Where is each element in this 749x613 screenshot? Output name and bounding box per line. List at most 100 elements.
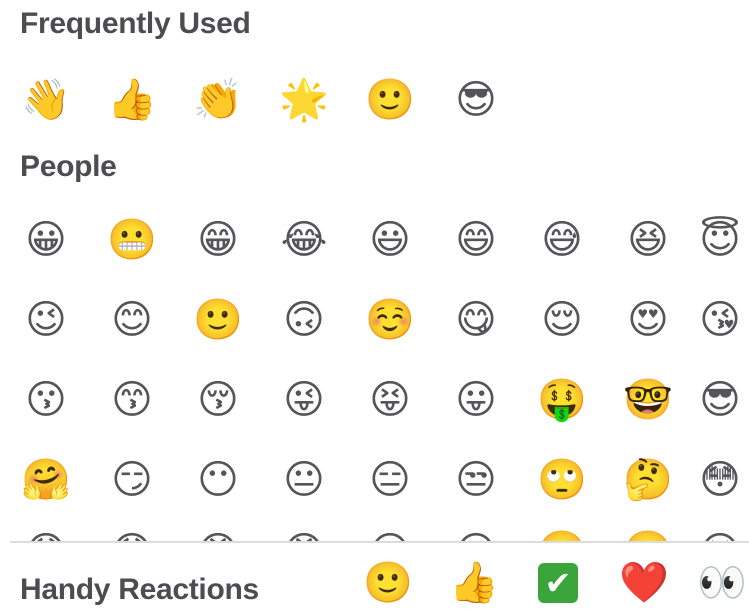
reaction-check-mark[interactable]: ✔ <box>530 555 586 611</box>
reaction-eyes[interactable]: 👀 <box>694 555 749 611</box>
emoji-smile[interactable]: 😄 <box>448 212 504 268</box>
emoji-thinking[interactable]: 🤔 <box>620 452 676 508</box>
emoji-expressionless[interactable]: 😑 <box>362 452 418 508</box>
emoji-glyph: 😕 <box>455 532 497 541</box>
emoji-joy[interactable]: 😂 <box>276 212 332 268</box>
emoji-clap[interactable]: 👏 <box>190 72 246 128</box>
emoji-slight-smile[interactable]: 🙂 <box>190 292 246 348</box>
emoji-relaxed[interactable]: ☺️ <box>362 292 418 348</box>
emoji-wink[interactable]: 😉 <box>18 292 74 348</box>
emoji-glyph: 🙂 <box>193 297 243 343</box>
emoji-glyph: 😌 <box>541 297 583 343</box>
emoji-glyph: 😶 <box>197 457 239 503</box>
emoji-glyph: 😇 <box>699 217 741 263</box>
emoji-disappointed[interactable]: 😞 <box>18 524 74 541</box>
emoji-slight-frown[interactable]: 🙁 <box>534 524 590 541</box>
emoji-upside-down[interactable]: 🙃 <box>276 292 332 348</box>
emoji-unamused[interactable]: 😒 <box>448 452 504 508</box>
emoji-glyph: 👀 <box>697 560 747 606</box>
emoji-pensive[interactable]: 😔 <box>362 524 418 541</box>
emoji-rage[interactable]: 😡 <box>276 524 332 541</box>
emoji-glyph: 😗 <box>25 377 67 423</box>
emoji-stuck-out-tongue-winking[interactable]: 😜 <box>276 372 332 428</box>
emoji-sunglasses-glyph: 😎 <box>455 77 497 123</box>
emoji-glyph: 😠 <box>197 532 239 541</box>
emoji-kissing-heart[interactable]: 😘 <box>692 292 748 348</box>
emoji-glyph: 😚 <box>197 377 239 423</box>
emoji-glyph: 😜 <box>283 377 325 423</box>
emoji-no-mouth[interactable]: 😶 <box>190 452 246 508</box>
emoji-thumbs-up[interactable]: 👍 <box>104 72 160 128</box>
emoji-flushed[interactable]: 😳 <box>692 452 748 508</box>
emoji-smiley[interactable]: 😃 <box>362 212 418 268</box>
emoji-rolling-eyes[interactable]: 🙄 <box>534 452 590 508</box>
emoji-kissing-smiling-eyes[interactable]: 😙 <box>104 372 160 428</box>
emoji-glyph: 😝 <box>369 377 411 423</box>
emoji-glyph: 😒 <box>455 457 497 503</box>
emoji-glyph: 🙂 <box>363 560 413 606</box>
emoji-blush[interactable]: 😊 <box>104 292 160 348</box>
emoji-glyph: 😛 <box>455 377 497 423</box>
emoji-angry[interactable]: 😠 <box>190 524 246 541</box>
emoji-worried[interactable]: 😟 <box>104 524 160 541</box>
emoji-sunglasses[interactable]: 😎 <box>692 372 748 428</box>
emoji-heart-eyes[interactable]: 😍 <box>620 292 676 348</box>
emoji-glyph: 🤓 <box>623 377 673 423</box>
emoji-nerd[interactable]: 🤓 <box>620 372 676 428</box>
emoji-glyph: 😁 <box>197 217 239 263</box>
emoji-confused[interactable]: 😕 <box>448 524 504 541</box>
emoji-wave[interactable]: 👋 <box>18 72 74 128</box>
emoji-frowning[interactable]: ☹️ <box>620 524 676 541</box>
emoji-laughing[interactable]: 😆 <box>620 212 676 268</box>
handy-reactions-bar: Handy Reactions 🙂 👍 ✔ ❤️ 👀 <box>10 541 749 613</box>
reaction-thumbs-up[interactable]: 👍 <box>446 555 502 611</box>
emoji-stuck-out-tongue-closed-eyes[interactable]: 😝 <box>362 372 418 428</box>
emoji-glyph: 😡 <box>283 532 325 541</box>
emoji-glyph: 🤔 <box>623 457 673 503</box>
reaction-heart[interactable]: ❤️ <box>616 555 672 611</box>
emoji-glyph: 😘 <box>699 297 741 343</box>
emoji-glyph: 😃 <box>369 217 411 263</box>
emoji-stuck-out-tongue[interactable]: 😛 <box>448 372 504 428</box>
emoji-innocent[interactable]: 😇 <box>692 212 748 268</box>
emoji-glyph: 😂 <box>280 217 328 263</box>
emoji-yum[interactable]: 😋 <box>448 292 504 348</box>
emoji-relieved[interactable]: 😌 <box>534 292 590 348</box>
emoji-glyph: 😅 <box>541 217 583 263</box>
emoji-grinning[interactable]: 😀 <box>18 212 74 268</box>
emoji-glyph: 😔 <box>369 532 411 541</box>
emoji-sweat-smile[interactable]: 😅 <box>534 212 590 268</box>
emoji-money-mouth[interactable]: 🤑 <box>534 372 590 428</box>
reaction-slight-smile[interactable]: 🙂 <box>360 555 416 611</box>
emoji-star[interactable]: 🌟 <box>276 72 332 128</box>
emoji-hugging[interactable]: 🤗 <box>18 452 74 508</box>
emoji-glyph: 🙁 <box>537 532 587 541</box>
emoji-glyph: ☺️ <box>365 297 415 343</box>
emoji-kissing-closed-eyes[interactable]: 😚 <box>190 372 246 428</box>
emoji-glyph: 😏 <box>111 457 153 503</box>
emoji-persevere[interactable]: 😣 <box>692 524 748 541</box>
emoji-grimacing[interactable]: 😬 <box>104 212 160 268</box>
emoji-glyph: 😎 <box>699 377 741 423</box>
emoji-glyph: 🤗 <box>21 457 71 503</box>
emoji-neutral-face[interactable]: 😐 <box>276 452 332 508</box>
emoji-star-glyph: 🌟 <box>279 77 329 123</box>
emoji-glyph: 😞 <box>25 532 67 541</box>
handy-reactions-label: Handy Reactions <box>20 573 259 606</box>
emoji-glyph: 😊 <box>111 297 153 343</box>
emoji-glyph: 😣 <box>699 532 741 541</box>
emoji-glyph: 😆 <box>627 217 669 263</box>
section-title-frequently-used: Frequently Used <box>20 7 251 40</box>
emoji-scroll-area[interactable]: Frequently Used 👋 👍 👏 🌟 🙂 😎 People 😀 😬 😁… <box>0 0 749 542</box>
emoji-glyph: 😙 <box>111 377 153 423</box>
emoji-kissing[interactable]: 😗 <box>18 372 74 428</box>
emoji-grin[interactable]: 😁 <box>190 212 246 268</box>
emoji-wave-glyph: 👋 <box>21 77 71 123</box>
emoji-slight-smile[interactable]: 🙂 <box>362 72 418 128</box>
emoji-clap-glyph: 👏 <box>193 77 243 123</box>
emoji-glyph: 👍 <box>449 560 499 606</box>
emoji-sunglasses[interactable]: 😎 <box>448 72 504 128</box>
emoji-glyph: 🤑 <box>537 377 587 423</box>
emoji-glyph: 😳 <box>699 457 741 503</box>
emoji-smirk[interactable]: 😏 <box>104 452 160 508</box>
